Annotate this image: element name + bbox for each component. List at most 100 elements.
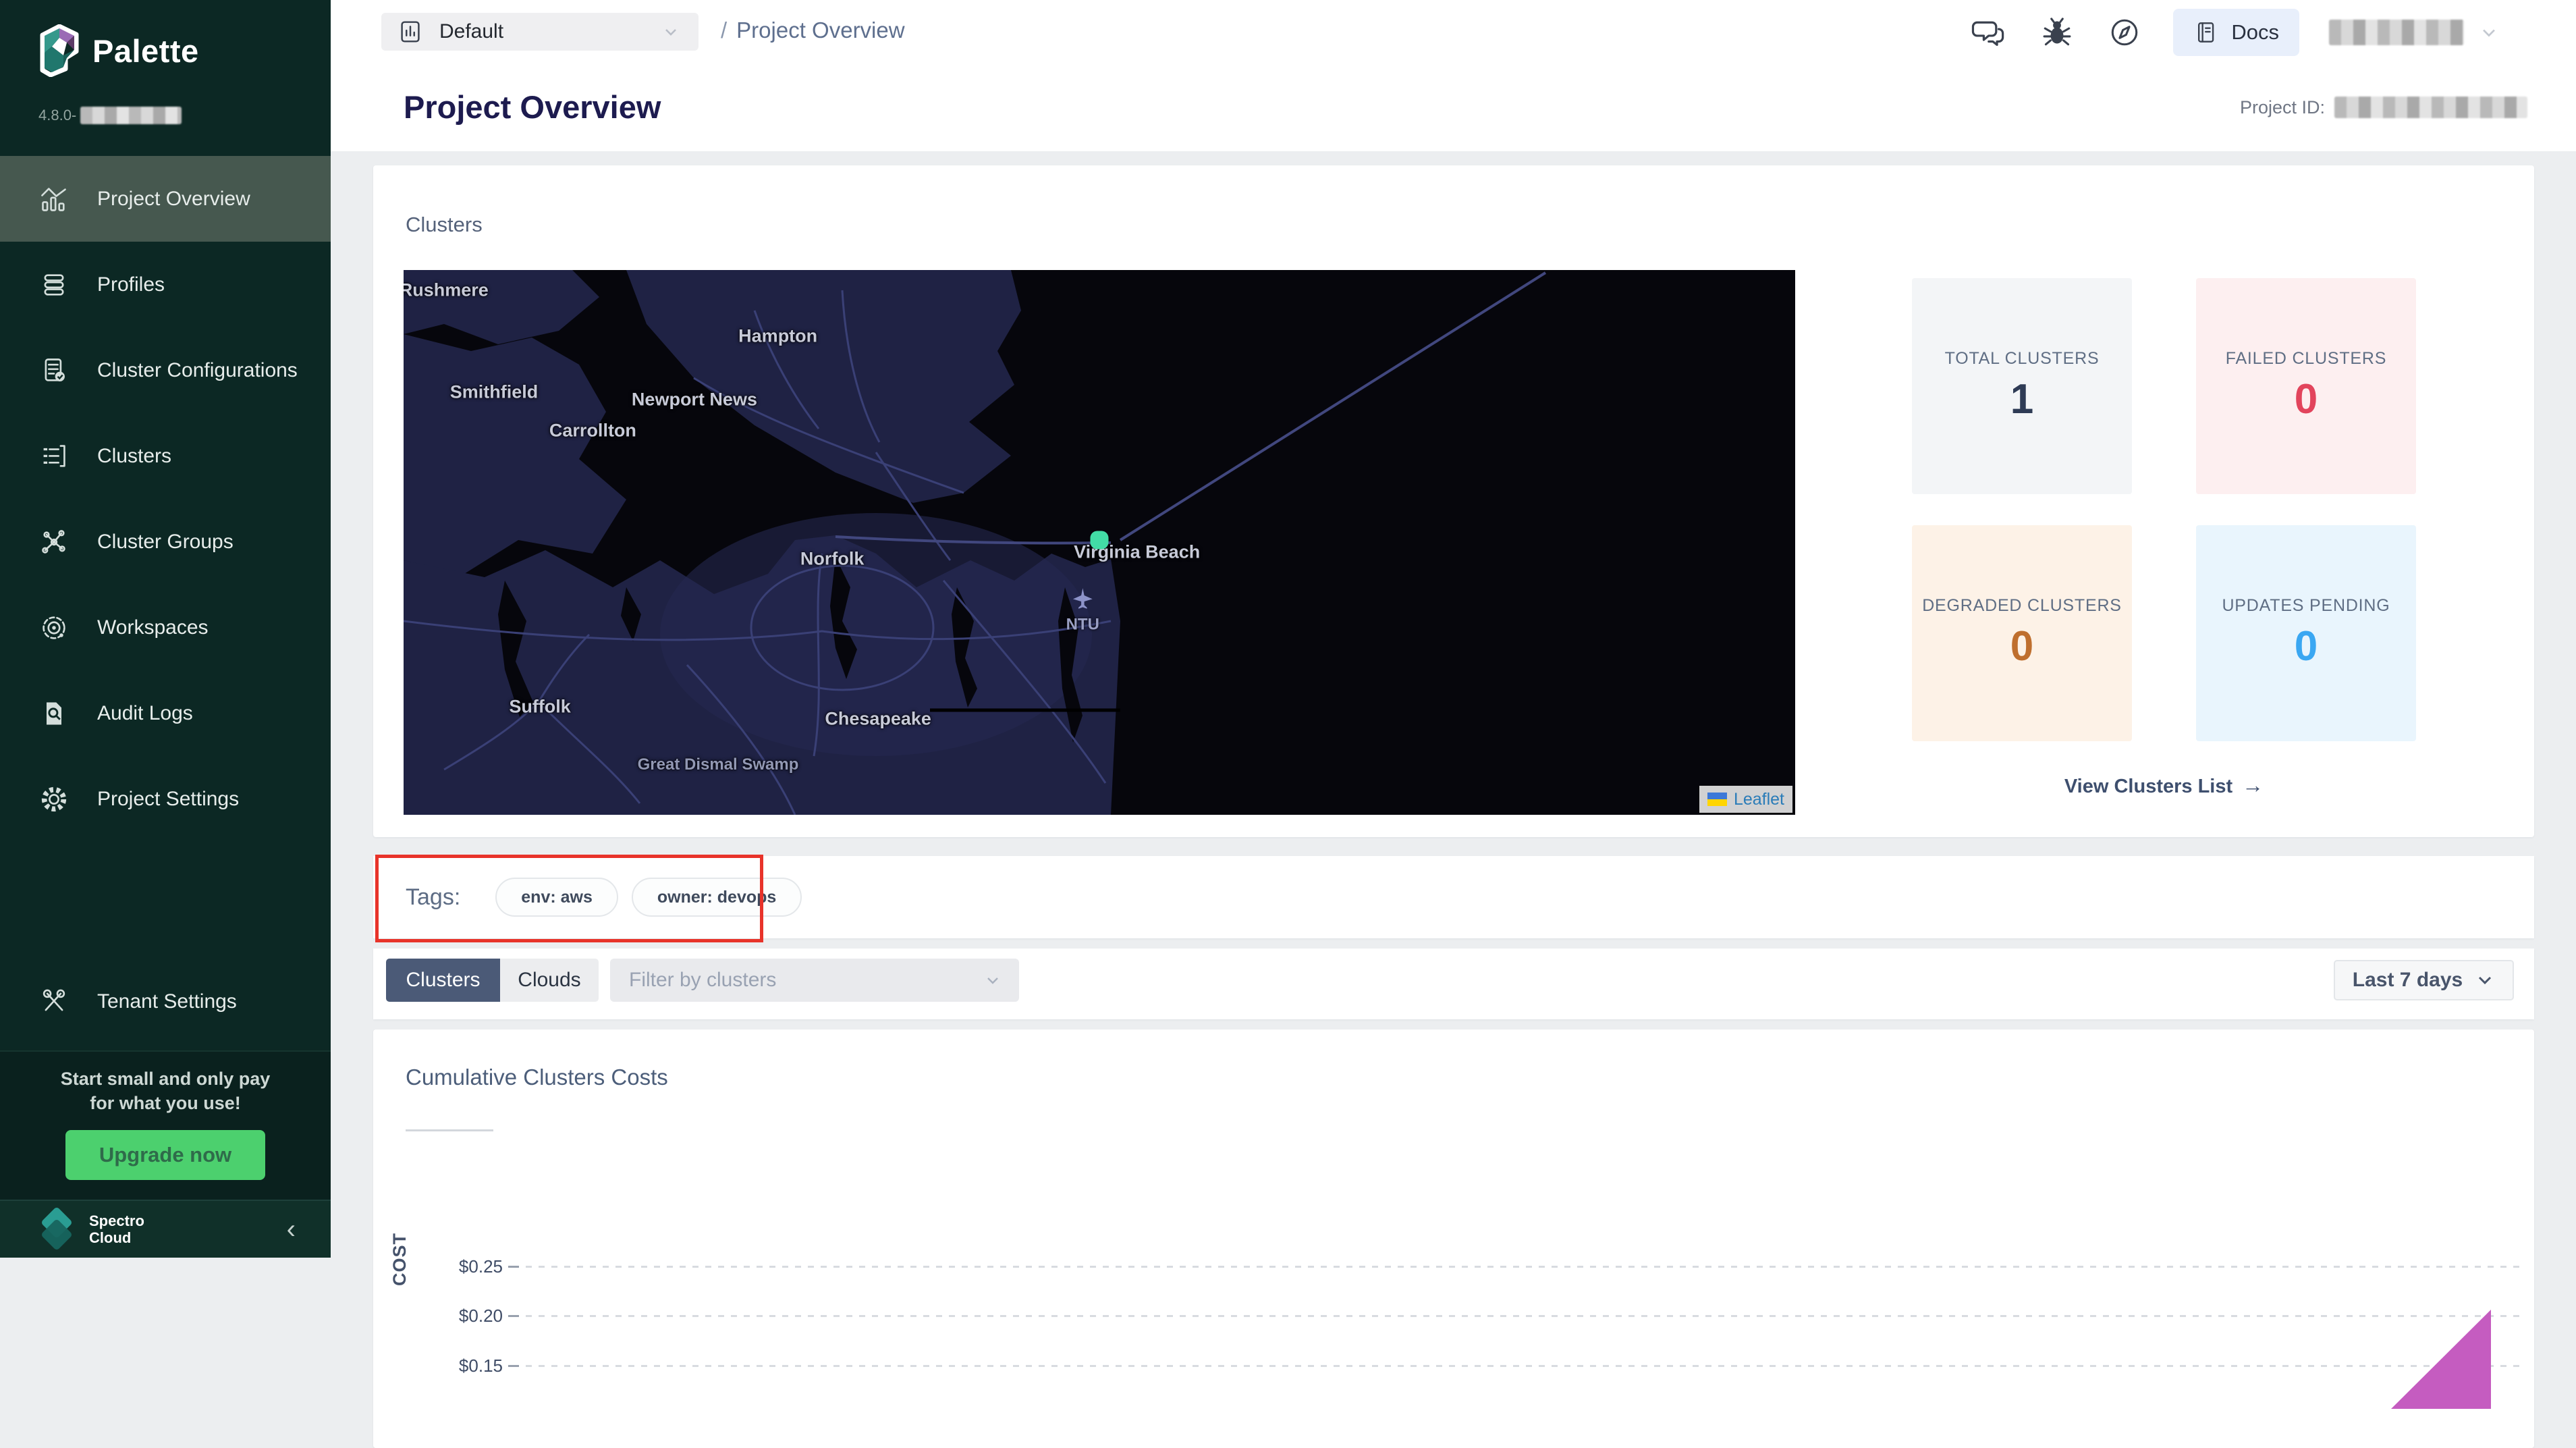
breadcrumb-separator: /	[721, 18, 727, 43]
ukraine-flag-icon	[1707, 793, 1727, 806]
time-range-dropdown[interactable]: Last 7 days	[2334, 960, 2514, 1000]
clusters-map[interactable]: RushmereHamptonSmithfieldNewport NewsCar…	[404, 270, 1795, 815]
breadcrumb: / Project Overview	[721, 18, 905, 43]
chat-bubbles-icon	[1971, 14, 2008, 51]
topbar: Default / Project Overview	[331, 0, 2576, 151]
profiles-icon	[39, 270, 69, 300]
spectro-cloud-logo	[39, 1211, 74, 1248]
view-clusters-list-link[interactable]: View Clusters List→	[1912, 773, 2416, 798]
clusters-card: Clusters	[373, 165, 2534, 837]
stat-label: UPDATES PENDING	[2222, 596, 2390, 616]
sidebar-tenant-section: Tenant Settings	[0, 959, 331, 1044]
sidebar-item-label: Profiles	[97, 273, 165, 296]
sidebar-nav: Project Overview Profiles	[0, 156, 331, 842]
sidebar-item-project-settings[interactable]: Project Settings	[0, 756, 331, 842]
bug-icon	[2039, 15, 2075, 50]
project-chart-icon	[396, 18, 424, 46]
clusters-icon	[39, 441, 69, 471]
cost-area-series	[373, 1029, 2534, 1448]
airport-marker: NTU	[1066, 587, 1099, 635]
sidebar-item-project-overview[interactable]: Project Overview	[0, 156, 331, 242]
topbar-actions: Docs	[1971, 9, 2500, 56]
upgrade-text-line1: Start small and only pay	[0, 1067, 331, 1091]
tags-label: Tags:	[406, 884, 460, 911]
stat-value: 0	[2010, 622, 2033, 670]
sidebar: Palette 4.8.0- Project Overview	[0, 0, 331, 1258]
version-text: 4.8.0-	[38, 107, 182, 124]
arrow-right-icon: →	[2242, 773, 2264, 797]
sidebar-item-cluster-configurations[interactable]: Cluster Configurations	[0, 327, 331, 413]
stat-label: TOTAL CLUSTERS	[1945, 349, 2100, 369]
docs-label: Docs	[2231, 20, 2279, 45]
stat-failed-clusters: FAILED CLUSTERS 0	[2196, 278, 2416, 494]
tab-clouds[interactable]: Clouds	[500, 959, 599, 1002]
tag-pill-env-aws[interactable]: env: aws	[495, 878, 618, 917]
upgrade-panel: Start small and only pay for what you us…	[0, 1050, 331, 1200]
tags-card: Tags: env: aws owner: devops	[373, 856, 2534, 938]
tab-clusters[interactable]: Clusters	[386, 959, 500, 1002]
stat-total-clusters: TOTAL CLUSTERS 1	[1912, 278, 2132, 494]
sidebar-item-cluster-groups[interactable]: Cluster Groups	[0, 499, 331, 585]
compass-icon	[2107, 15, 2142, 50]
project-id-redacted	[2334, 97, 2527, 118]
sidebar-item-workspaces[interactable]: Workspaces	[0, 585, 331, 670]
filter-placeholder: Filter by clusters	[629, 969, 776, 992]
sidebar-item-label: Workspaces	[97, 616, 209, 639]
project-overview-icon	[39, 184, 69, 214]
filter-by-clusters-dropdown[interactable]: Filter by clusters	[610, 959, 1019, 1002]
sidebar-footer: Spectro Cloud ‹	[0, 1200, 331, 1258]
version-redacted	[80, 107, 182, 124]
tenant-settings-icon	[39, 987, 69, 1017]
cluster-groups-icon	[39, 527, 69, 557]
sidebar-item-label: Clusters	[97, 445, 171, 468]
explore-button[interactable]	[2106, 14, 2143, 51]
map-attribution: Leaflet	[1699, 786, 1792, 813]
project-settings-icon	[39, 784, 69, 814]
feedback-chat-button[interactable]	[1971, 14, 2008, 51]
time-range-value: Last 7 days	[2353, 969, 2463, 992]
project-selector-value: Default	[439, 20, 503, 43]
breadcrumb-current[interactable]: Project Overview	[736, 18, 904, 43]
docs-button[interactable]: Docs	[2173, 9, 2299, 56]
chevron-down-icon	[2477, 21, 2500, 44]
leaflet-link[interactable]: Leaflet	[1734, 790, 1784, 809]
user-menu[interactable]	[2329, 20, 2500, 45]
page-title: Project Overview	[404, 88, 661, 126]
project-selector-dropdown[interactable]: Default	[381, 13, 698, 51]
cost-chart-card: Cumulative Clusters Costs $0.25 $0.20 $0…	[373, 1029, 2534, 1448]
stat-value: 0	[2295, 375, 2318, 423]
sidebar-item-label: Audit Logs	[97, 702, 193, 725]
airplane-icon	[1070, 587, 1095, 611]
palette-logo-icon	[37, 24, 82, 77]
upgrade-text-line2: for what you use!	[0, 1091, 331, 1115]
brand-name: Palette	[92, 32, 199, 70]
app-root: Palette 4.8.0- Project Overview	[0, 0, 2576, 1258]
stat-label: FAILED CLUSTERS	[2226, 349, 2386, 369]
sidebar-collapse-button[interactable]: ‹	[287, 1214, 296, 1245]
tag-pill-owner-devops[interactable]: owner: devops	[632, 878, 802, 917]
chevron-down-icon	[983, 970, 1003, 990]
sidebar-item-tenant-settings[interactable]: Tenant Settings	[0, 959, 331, 1044]
main-content: Clusters	[331, 151, 2576, 1258]
audit-logs-icon	[39, 699, 69, 728]
stat-value: 0	[2295, 622, 2318, 670]
project-id-label: Project ID:	[2240, 97, 2325, 118]
clusters-card-title: Clusters	[406, 213, 483, 237]
sidebar-item-audit-logs[interactable]: Audit Logs	[0, 670, 331, 756]
book-icon	[2193, 19, 2220, 46]
sidebar-item-clusters[interactable]: Clusters	[0, 413, 331, 499]
username-redacted	[2329, 20, 2464, 45]
stat-updates-pending: UPDATES PENDING 0	[2196, 525, 2416, 741]
cluster-location-marker[interactable]	[1091, 531, 1109, 549]
brand-logo[interactable]: Palette	[37, 24, 199, 77]
sidebar-item-label: Cluster Configurations	[97, 359, 298, 382]
chevron-down-icon	[2475, 970, 2495, 990]
airport-code-label: NTU	[1066, 616, 1099, 635]
upgrade-now-button[interactable]: Upgrade now	[65, 1130, 265, 1180]
report-bug-button[interactable]	[2038, 14, 2076, 51]
sidebar-item-profiles[interactable]: Profiles	[0, 242, 331, 327]
spectro-cloud-name: Spectro Cloud	[89, 1212, 144, 1246]
workspaces-icon	[39, 613, 69, 643]
chevron-down-icon	[661, 22, 681, 42]
stat-value: 1	[2010, 375, 2033, 423]
